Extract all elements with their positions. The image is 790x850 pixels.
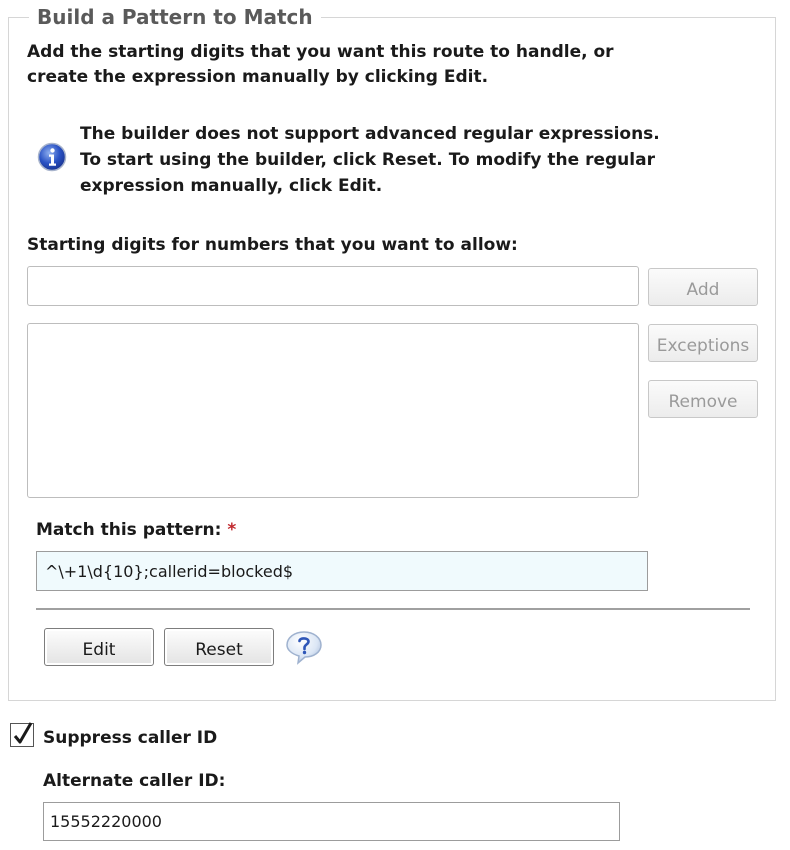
suppress-caller-id-checkbox[interactable]: [10, 722, 34, 747]
reset-button[interactable]: Reset: [164, 628, 274, 666]
starting-digits-input[interactable]: [27, 266, 639, 306]
add-button[interactable]: Add: [648, 268, 758, 306]
remove-button[interactable]: Remove: [648, 380, 758, 418]
exceptions-button[interactable]: Exceptions: [648, 324, 758, 362]
match-pattern-label-text: Match this pattern:: [36, 520, 222, 540]
required-marker: *: [227, 520, 237, 540]
checkmark-icon: [13, 722, 33, 744]
suppress-caller-id-label[interactable]: Suppress caller ID: [43, 726, 217, 750]
divider: [36, 608, 750, 610]
starting-digits-list[interactable]: [27, 323, 639, 498]
intro-text: Add the starting digits that you want th…: [27, 42, 614, 87]
match-pattern-label: Match this pattern: *: [36, 518, 236, 542]
match-pattern-input[interactable]: [36, 551, 648, 591]
help-icon[interactable]: [284, 630, 324, 666]
edit-button[interactable]: Edit: [44, 628, 154, 666]
info-icon: [37, 142, 67, 172]
section-title: Build a Pattern to Match: [29, 3, 321, 31]
alternate-caller-id-input[interactable]: [43, 802, 620, 841]
alternate-caller-id-label: Alternate caller ID:: [43, 771, 226, 791]
starting-digits-label: Starting digits for numbers that you wan…: [27, 235, 518, 255]
info-message: The builder does not support advanced re…: [80, 124, 660, 196]
